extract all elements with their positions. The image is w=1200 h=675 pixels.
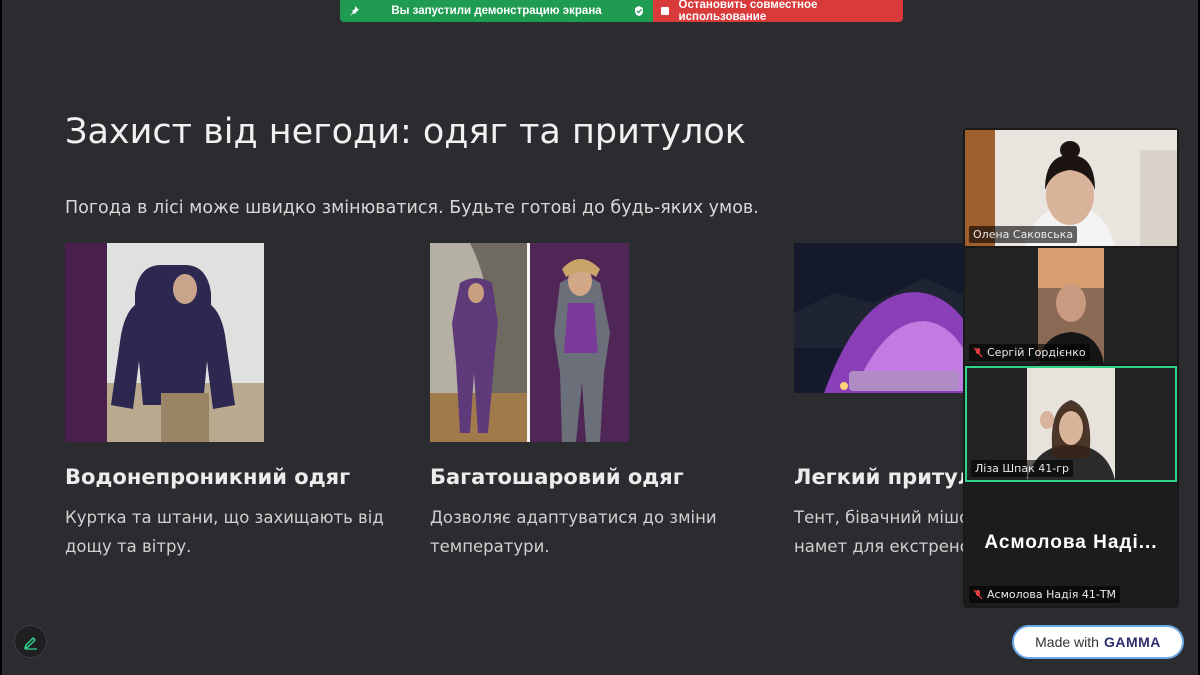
participant-tile[interactable]: Асмолова Наді... Асмолова Надія 41-ТМ	[965, 484, 1177, 606]
card-title: Багатошаровий одяг	[430, 465, 684, 489]
card-image-layers	[430, 243, 629, 442]
share-status[interactable]: Вы запустили демонстрацию экрана	[340, 0, 653, 22]
participant-name: Сергій Гордієнко	[969, 344, 1090, 361]
pencil-icon	[23, 636, 37, 650]
stop-icon	[661, 7, 669, 15]
stop-sharing-button[interactable]: Остановить совместное использование	[653, 0, 903, 23]
made-with-gamma-badge[interactable]: Made with GAMMA	[1012, 625, 1184, 659]
shield-check-icon	[635, 6, 643, 16]
participant-tile[interactable]: Олена Саковська	[965, 130, 1177, 246]
card-image-jacket	[65, 243, 264, 442]
card-description: Куртка та штани, що захищають від дощу та…	[65, 508, 384, 556]
participant-tile-active[interactable]: Ліза Шпак 41-гр	[965, 366, 1177, 482]
pin-icon	[350, 6, 359, 16]
screen-share-bar: Вы запустили демонстрацию экрана Останов…	[340, 0, 903, 23]
mic-muted-icon	[973, 347, 983, 358]
slide-subtitle: Погода в лісі може швидко змінюватися. Б…	[65, 198, 759, 218]
participants-panel: Олена Саковська Сергій Гордієнко Ліза Шп…	[963, 128, 1179, 608]
card-title: Водонепроникний одяг	[65, 465, 351, 489]
participant-placeholder-name: Асмолова Наді...	[984, 532, 1158, 553]
share-status-label: Вы запустили демонстрацию экрана	[391, 5, 602, 17]
slide-title: Захист від негоди: одяг та притулок	[65, 112, 746, 152]
card-description: Дозволяє адаптуватися до зміни температур…	[430, 508, 717, 556]
edit-button[interactable]	[14, 625, 47, 658]
card-layered: Багатошаровий одяг Дозволяє адаптуватися…	[430, 243, 770, 561]
participant-name: Асмолова Надія 41-ТМ	[969, 586, 1121, 603]
participant-tile[interactable]: Сергій Гордієнко	[965, 248, 1177, 364]
stop-sharing-label: Остановить совместное использование	[678, 0, 818, 23]
participant-name: Ліза Шпак 41-гр	[971, 460, 1073, 477]
card-waterproof: Водонепроникний одяг Куртка та штани, що…	[65, 243, 405, 561]
participant-name: Олена Саковська	[969, 226, 1078, 243]
mic-muted-icon	[973, 589, 983, 600]
